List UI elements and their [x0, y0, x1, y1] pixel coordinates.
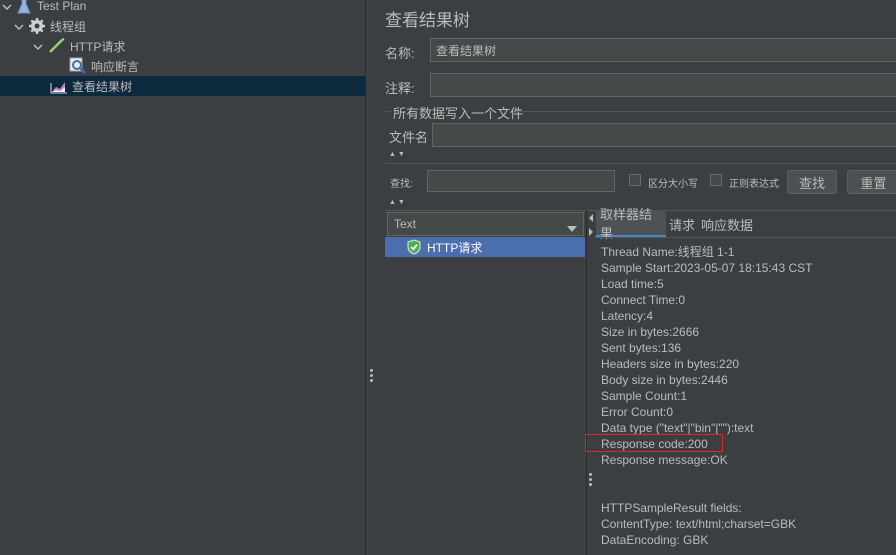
result-line: Connect Time:0: [601, 293, 686, 307]
grip-dot: [370, 369, 373, 372]
divider: [594, 237, 896, 238]
result-line: DataEncoding: GBK: [601, 533, 709, 547]
pen-icon: [48, 37, 66, 55]
chevron-down-icon[interactable]: [33, 41, 43, 51]
test-plan-tree: Test Plan 线程组 HTTP请求 响应断言 查看结果树: [0, 0, 365, 555]
tab-response-data[interactable]: 响应数据: [701, 210, 753, 238]
tab-sampler-result[interactable]: 取样器结果: [596, 207, 666, 241]
name-field[interactable]: 查看结果树: [430, 38, 896, 62]
filename-label: 文件名: [389, 130, 429, 145]
sampler-result-text: Thread Name:线程组 1-1 Sample Start:2023-05-…: [601, 244, 896, 548]
tree-item-label: 查看结果树: [72, 79, 133, 94]
result-line: Sent bytes:136: [601, 341, 682, 355]
chevron-down-icon[interactable]: [14, 21, 24, 31]
gear-icon: [28, 17, 46, 35]
comment-label: 注释:: [385, 81, 415, 96]
tree-item-http-request[interactable]: HTTP请求: [0, 36, 365, 56]
results-splitter[interactable]: [586, 210, 595, 555]
grip-dot: [370, 379, 373, 382]
tree-item-thread-group[interactable]: 线程组: [0, 16, 365, 36]
chevron-down-icon[interactable]: [2, 1, 12, 11]
result-line: Thread Name:线程组 1-1: [601, 245, 735, 259]
collapse-arrows-icon[interactable]: ▲▼: [389, 151, 407, 158]
result-item-label: HTTP请求: [427, 240, 483, 255]
page-title: 查看结果树: [385, 11, 470, 30]
tree-item-label: 响应断言: [91, 59, 140, 74]
response-code-highlight-box: [585, 434, 723, 452]
result-line: Sample Start:2023-05-07 18:15:43 CST: [601, 261, 813, 275]
search-label: 查找:: [390, 179, 413, 190]
result-line: Load time:5: [601, 277, 664, 291]
grip-dot: [589, 473, 592, 476]
tab-request[interactable]: 请求: [669, 210, 695, 238]
filename-field[interactable]: [432, 123, 896, 147]
regex-label: 正则表达式: [729, 179, 779, 190]
result-line: Error Count:0: [601, 405, 674, 419]
comment-field[interactable]: [430, 73, 896, 97]
result-line: HTTPSampleResult fields:: [601, 501, 742, 515]
tree-item-label: 线程组: [50, 19, 87, 34]
magnifier-icon: [69, 57, 87, 75]
result-line: ContentType: text/html;charset=GBK: [601, 517, 797, 531]
tree-item-label: HTTP请求: [70, 39, 126, 54]
reset-button[interactable]: 重置: [847, 170, 896, 194]
renderer-selected: Text: [394, 217, 417, 231]
tree-item-response-assertion[interactable]: 响应断言: [0, 56, 365, 76]
tree-item-label: Test Plan: [37, 0, 87, 13]
name-label: 名称:: [385, 46, 415, 61]
result-line: Latency:4: [601, 309, 654, 323]
result-line: [601, 468, 896, 484]
results-list: HTTP请求: [385, 237, 585, 555]
collapse-arrows-icon[interactable]: ▲▼: [389, 199, 407, 206]
regex-checkbox[interactable]: [710, 174, 722, 186]
find-button[interactable]: 查找: [787, 170, 837, 194]
tree-item-view-results-tree[interactable]: 查看结果树: [0, 76, 365, 96]
renderer-select[interactable]: Text: [387, 212, 584, 236]
result-line: Body size in bytes:2446: [601, 373, 728, 387]
listener-panel: 查看结果树 名称: 查看结果树 注释: 所有数据写入一个文件 文件名 ▲▼ 查找…: [375, 0, 896, 555]
file-group-title: 所有数据写入一个文件: [393, 106, 524, 121]
case-sensitive-checkbox[interactable]: [629, 174, 641, 186]
group-border: [383, 111, 391, 112]
tree-item-test-plan[interactable]: Test Plan: [0, 0, 365, 16]
result-line: Sample Count:1: [601, 389, 688, 403]
divider: [385, 163, 896, 164]
group-border: [516, 111, 896, 112]
grip-dot: [589, 478, 592, 481]
case-sensitive-label: 区分大小写: [648, 179, 698, 190]
search-input[interactable]: [427, 170, 615, 192]
result-line: Response message:OK: [601, 453, 728, 467]
result-item[interactable]: HTTP请求: [385, 237, 585, 257]
test-plan-icon: [15, 0, 33, 15]
result-line: [601, 484, 896, 500]
grip-dot: [589, 483, 592, 486]
grip-dot: [370, 374, 373, 377]
result-line: Size in bytes:2666: [601, 325, 700, 339]
result-line: Headers size in bytes:220: [601, 357, 740, 371]
name-field-value: 查看结果树: [436, 43, 497, 58]
chart-icon: [50, 77, 68, 95]
result-tabs: 取样器结果 请求 响应数据: [594, 207, 896, 241]
shield-check-icon: [405, 238, 423, 256]
caret-down-icon: [567, 221, 577, 235]
